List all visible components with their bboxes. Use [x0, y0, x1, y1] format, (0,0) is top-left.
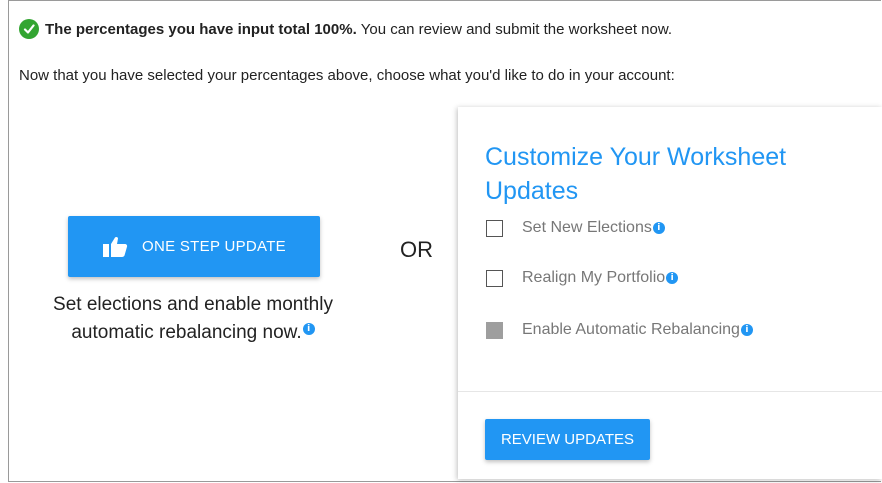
- enable-rebalancing-checkbox: [486, 321, 503, 339]
- set-new-elections-label: Set New Elections: [522, 219, 652, 236]
- or-separator: OR: [400, 237, 433, 262]
- option-set-new-elections[interactable]: Set New Elections i: [486, 219, 665, 237]
- info-icon[interactable]: i: [666, 272, 679, 284]
- one-step-description: Set elections and enable monthly automat…: [29, 291, 357, 347]
- one-step-update-label: ONE STEP UPDATE: [142, 238, 286, 255]
- option-enable-rebalancing: Enable Automatic Rebalancing i: [486, 321, 753, 339]
- status-message: The percentages you have input total 100…: [19, 19, 672, 39]
- status-bold-text: The percentages you have input total 100…: [45, 20, 357, 38]
- option-realign-portfolio[interactable]: Realign My Portfolio i: [486, 269, 679, 287]
- check-circle-icon: [19, 19, 39, 39]
- realign-portfolio-label: Realign My Portfolio: [522, 269, 666, 286]
- card-divider: [458, 391, 882, 392]
- instruction-text: Now that you have selected your percenta…: [19, 67, 675, 84]
- one-step-description-text: Set elections and enable monthly automat…: [53, 294, 333, 343]
- set-new-elections-checkbox[interactable]: [486, 219, 503, 237]
- info-icon[interactable]: i: [740, 324, 753, 336]
- thumbs-up-icon: [102, 236, 128, 258]
- realign-portfolio-checkbox[interactable]: [486, 269, 503, 287]
- one-step-update-button[interactable]: ONE STEP UPDATE: [68, 216, 320, 277]
- status-text: You can review and submit the worksheet …: [360, 20, 673, 38]
- info-icon[interactable]: i: [652, 222, 665, 234]
- review-updates-button[interactable]: REVIEW UPDATES: [485, 419, 650, 460]
- enable-rebalancing-label: Enable Automatic Rebalancing: [522, 321, 740, 338]
- customize-card: Customize Your Worksheet Updates Set New…: [458, 107, 882, 479]
- info-icon[interactable]: i: [302, 322, 315, 335]
- customize-title: Customize Your Worksheet Updates: [485, 143, 787, 205]
